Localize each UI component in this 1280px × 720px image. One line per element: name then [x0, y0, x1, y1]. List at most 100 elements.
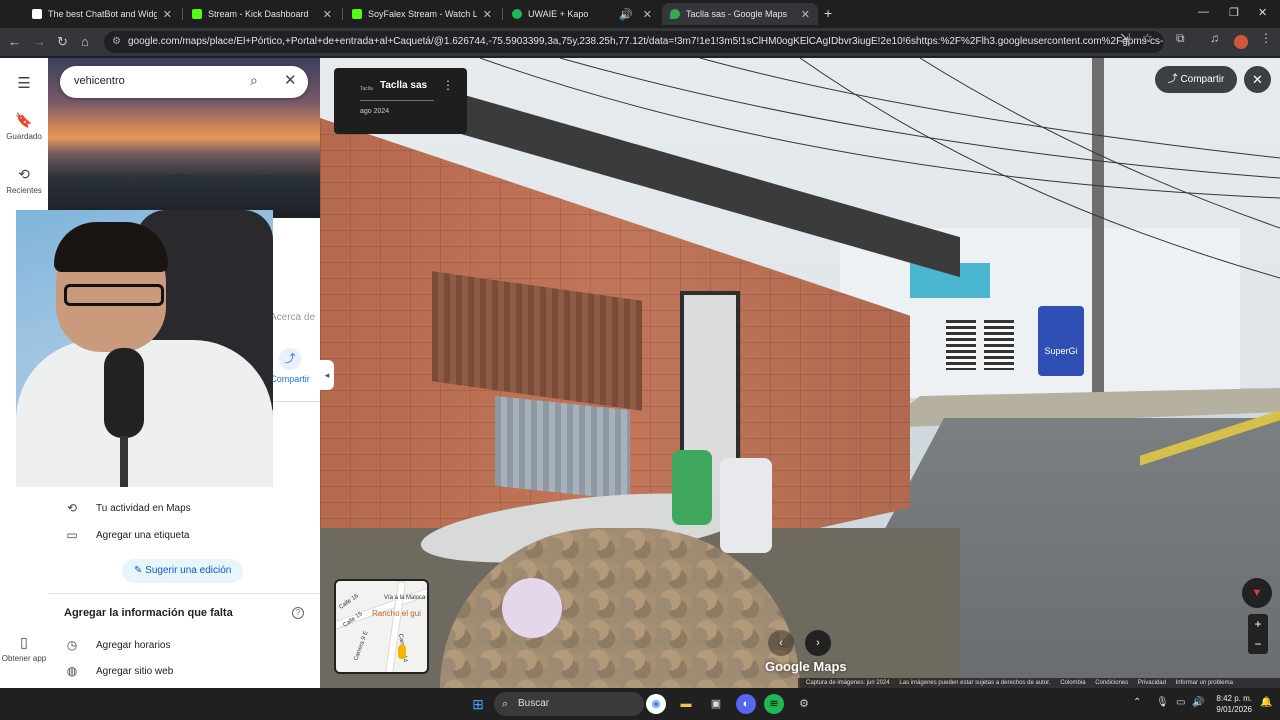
add-hours-row[interactable]: ◷ Agregar horarios: [64, 638, 171, 652]
pegman-icon[interactable]: [398, 645, 406, 659]
street-label: Vía a la Maloca: [384, 595, 426, 601]
bookmark-star-icon[interactable]: ☆: [1142, 31, 1153, 45]
label-tag-icon: ▭: [66, 528, 78, 542]
extensions-icon[interactable]: ⧉: [1176, 31, 1185, 46]
street-view[interactable]: SuperGi Taclla Taclla sas ⋮ ago 2024 ⤴ C…: [320, 58, 1280, 688]
clock-icon: ◷: [66, 638, 78, 652]
bookmark-icon: 🔖: [15, 112, 33, 128]
tab-spotify[interactable]: UWAIE + Kapo 🔊 ✕: [504, 3, 660, 25]
rail-item-saved[interactable]: 🔖 Guardado: [0, 112, 48, 141]
microphone-icon[interactable]: 🎙: [1156, 697, 1169, 708]
activity-row[interactable]: ⟲ Tu actividad en Maps: [64, 501, 191, 515]
close-window-button[interactable]: ✕: [1258, 6, 1267, 19]
tab-soyfalex-stream[interactable]: SoyFalex Stream - Watch Live o ✕: [344, 3, 500, 25]
tab-kick-dashboard[interactable]: Stream - Kick Dashboard ✕: [184, 3, 340, 25]
kick-icon: [192, 9, 202, 19]
back-button[interactable]: ←: [8, 33, 21, 51]
media-controls-icon[interactable]: ♫: [1210, 31, 1219, 45]
add-label-text: Agregar una etiqueta: [96, 529, 190, 541]
search-icon[interactable]: ⌕: [250, 72, 258, 89]
home-button[interactable]: ⌂: [81, 33, 89, 51]
reload-button[interactable]: ↻: [57, 33, 68, 51]
tab-label: The best ChatBot and Widgets: [48, 9, 157, 19]
tab-about[interactable]: Acerca de: [270, 312, 315, 323]
taskbar-search-label: Buscar: [518, 698, 550, 709]
minimize-button[interactable]: —: [1198, 6, 1209, 18]
zoom-out-button[interactable]: −: [1248, 634, 1268, 654]
rail-label: Obtener app: [1, 654, 47, 663]
discord-icon[interactable]: ◐: [736, 694, 756, 714]
close-icon[interactable]: ✕: [163, 8, 172, 21]
network-icon[interactable]: ▭: [1176, 697, 1185, 708]
close-icon[interactable]: ✕: [483, 8, 492, 21]
close-icon[interactable]: ✕: [323, 8, 332, 21]
forward-button[interactable]: →: [33, 33, 46, 51]
menu-dots-icon[interactable]: ⋮: [1260, 31, 1272, 45]
capture-info: Captura de imágenes: jun 2024: [806, 680, 890, 686]
compass-icon[interactable]: ▼: [1242, 578, 1272, 608]
store-icon[interactable]: ▣: [706, 694, 726, 714]
next-arrow-button[interactable]: ›: [805, 630, 831, 656]
speaker-icon[interactable]: 🔊: [619, 8, 633, 21]
spotify-icon[interactable]: ≋: [764, 694, 784, 714]
hamburger-menu-icon[interactable]: ☰: [0, 74, 48, 92]
terms-link[interactable]: Condiciones: [1095, 680, 1128, 686]
zoom-in-button[interactable]: +: [1248, 614, 1268, 634]
url-text: google.com/maps/place/El+Pórtico,+Portal…: [128, 36, 1164, 47]
suggest-edit-button[interactable]: ✎ Sugerir una edición: [122, 559, 244, 583]
streamer-shirt: [16, 340, 273, 487]
notifications-icon[interactable]: 🔔: [1260, 697, 1272, 708]
hill-shape: [48, 173, 320, 218]
collapse-panel-button[interactable]: ◂: [320, 360, 334, 390]
install-icon[interactable]: ⇲: [1120, 31, 1130, 45]
copyright-note: Las imágenes pueden estar sujetas a dere…: [899, 680, 1051, 686]
volume-icon[interactable]: 🔊: [1192, 697, 1204, 708]
file-explorer-icon[interactable]: ▬: [676, 694, 696, 714]
globe-icon: ◍: [66, 664, 78, 678]
rail-item-get-app[interactable]: ▯ Obtener app: [0, 634, 48, 663]
close-street-view-button[interactable]: ✕: [1244, 66, 1271, 93]
streamer-hair: [54, 222, 168, 272]
site-info-icon[interactable]: ⚙: [112, 31, 121, 53]
new-tab-button[interactable]: +: [824, 5, 832, 21]
share-button[interactable]: ⤴ Compartir: [1155, 66, 1237, 93]
clear-search-icon[interactable]: ✕: [284, 71, 297, 89]
tab-chatbot[interactable]: The best ChatBot and Widgets ✕: [24, 3, 180, 25]
street-view-footer: Captura de imágenes: jun 2024 Las imágen…: [798, 678, 1280, 688]
profile-avatar[interactable]: [1234, 35, 1248, 49]
report-problem-link[interactable]: Informar un problema: [1176, 680, 1233, 686]
tab-label: Stream - Kick Dashboard: [208, 9, 309, 19]
country-link[interactable]: Colombia: [1060, 680, 1085, 686]
close-icon[interactable]: ✕: [643, 8, 652, 21]
rail-item-recent[interactable]: ⟲ Recientes: [0, 166, 48, 195]
tray-overflow-icon[interactable]: ⌃: [1133, 697, 1141, 708]
capture-date[interactable]: ago 2024: [360, 108, 389, 115]
place-name[interactable]: Taclla sas: [380, 80, 427, 91]
tab-google-maps[interactable]: Taclla sas - Google Maps ✕: [662, 3, 818, 25]
previous-arrow-button[interactable]: ‹: [768, 630, 794, 656]
add-label-row[interactable]: ▭ Agregar una etiqueta: [64, 528, 189, 542]
tab-label: UWAIE + Kapo: [528, 9, 589, 19]
privacy-link[interactable]: Privacidad: [1138, 680, 1166, 686]
maximize-button[interactable]: ❐: [1229, 6, 1239, 19]
microphone-stand: [120, 436, 128, 487]
settings-icon[interactable]: ⚙: [794, 694, 814, 714]
taskbar-search[interactable]: ⌕ Buscar: [494, 692, 644, 716]
share-action[interactable]: ⤴ Compartir: [270, 348, 310, 384]
minimap[interactable]: Calle 16 Calle 15 Carrera 9 E Vía a la M…: [334, 579, 429, 674]
more-options-icon[interactable]: ⋮: [442, 78, 454, 92]
windows-start-icon[interactable]: ⊞: [468, 694, 488, 714]
address-bar[interactable]: ⚙ google.com/maps/place/El+Pórtico,+Port…: [104, 31, 1164, 53]
share-label: Compartir: [270, 374, 310, 384]
system-clock[interactable]: 8:42 p. m. 9/01/2026: [1210, 693, 1252, 715]
search-input[interactable]: vehicentro: [74, 75, 125, 87]
zoom-controls: + −: [1248, 614, 1268, 654]
search-box[interactable]: vehicentro ⌕ ✕: [60, 66, 308, 98]
help-icon[interactable]: ?: [292, 607, 304, 619]
add-website-row[interactable]: ◍ Agregar sitio web: [64, 664, 174, 678]
missing-info-heading: Agregar la información que falta: [64, 607, 233, 619]
tab-separator: [182, 8, 183, 20]
close-icon[interactable]: ✕: [801, 8, 810, 21]
widget-icon: [32, 9, 42, 19]
chrome-icon[interactable]: ◉: [646, 694, 666, 714]
